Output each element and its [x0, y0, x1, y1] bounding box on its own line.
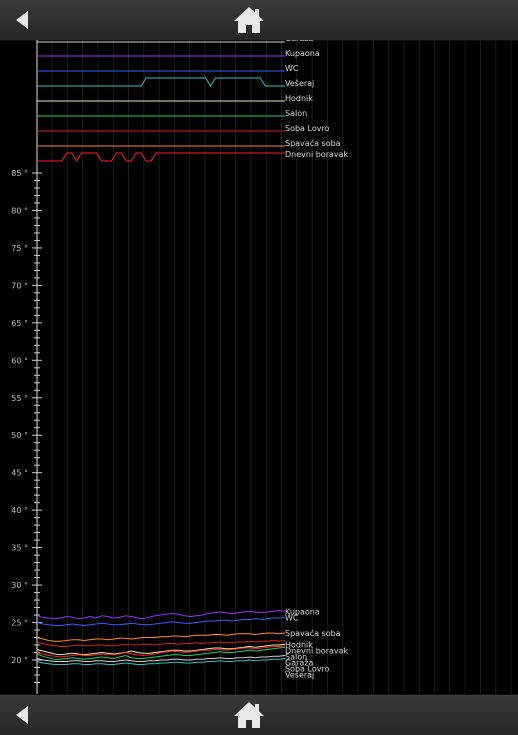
temperature-line: [36, 632, 286, 642]
home-icon: [234, 7, 264, 33]
y-tick-label: 45 °: [11, 469, 28, 478]
series-legend-label: Vešeraj: [285, 669, 314, 679]
back-button[interactable]: [6, 4, 38, 36]
y-tick-label: 50 °: [11, 431, 28, 440]
state-legend-label: Vešeraj: [285, 78, 314, 88]
back-arrow-icon: [16, 11, 28, 29]
state-legend-label: Kupaona: [285, 49, 320, 58]
chart-canvas: 20 ° 25 ° 30 ° 35 ° 40 ° 45 ° 50 ° 55 ° 60 ° 65 °…: [11, 40, 512, 694]
back-button-bottom[interactable]: [6, 699, 38, 731]
y-tick-label: 30 °: [11, 581, 28, 590]
temperature-line: [36, 639, 286, 647]
y-tick-label: 80 °: [11, 206, 28, 215]
state-legend-label: Salon: [285, 109, 307, 118]
temperature-line: [36, 610, 286, 620]
state-legend-label: Spavaća soba: [285, 138, 341, 148]
state-line: [37, 152, 285, 162]
state-legend-label: Soba Lovro: [285, 124, 330, 133]
y-tick-label: 35 °: [11, 544, 28, 553]
y-tick-label: 20 °: [11, 656, 28, 665]
home-button[interactable]: [229, 2, 269, 38]
y-tick-label: 40 °: [11, 506, 28, 515]
series-legend-label: WC: [285, 613, 299, 622]
y-tick-label: 85 °: [11, 169, 28, 178]
back-arrow-icon: [16, 706, 28, 724]
bottom-nav-bar: [0, 694, 518, 735]
y-tick-label: 75 °: [11, 244, 28, 253]
state-legend-label: Garaža: [285, 40, 313, 43]
home-button-bottom[interactable]: [229, 697, 269, 733]
state-legend-label: Dnevni boravak: [285, 150, 349, 159]
y-tick-label: 65 °: [11, 319, 28, 328]
y-tick-label: 55 °: [11, 394, 28, 403]
temperature-chart[interactable]: 20 ° 25 ° 30 ° 35 ° 40 ° 45 ° 50 ° 55 ° 60 ° 65 °…: [0, 40, 518, 694]
state-line: [37, 77, 285, 87]
temperature-line: [36, 616, 286, 627]
state-legend-label: WC: [285, 64, 299, 73]
home-icon: [234, 702, 264, 728]
top-nav-bar: [0, 0, 518, 41]
state-legend-label: Hodnik: [285, 94, 313, 103]
y-tick-label: 25 °: [11, 619, 28, 628]
series-legend-label: Spavaća soba: [285, 628, 341, 638]
y-tick-label: 70 °: [11, 281, 28, 290]
y-tick-label: 60 °: [11, 356, 28, 365]
temperature-line: [36, 658, 286, 665]
